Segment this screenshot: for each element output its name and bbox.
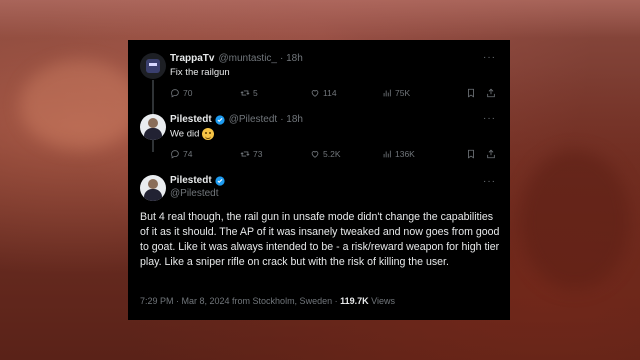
reply-icon (171, 150, 179, 159)
avatar-pilestedt[interactable] (140, 175, 166, 201)
like-button[interactable]: 114 (310, 88, 382, 98)
author-name[interactable]: TrappaTv (170, 53, 214, 64)
author-name[interactable]: Pilestedt (170, 175, 212, 186)
verified-badge-icon (215, 114, 225, 125)
background-blob (20, 60, 140, 150)
retweet-icon (240, 90, 250, 96)
retweet-count: 5 (253, 88, 258, 98)
blurred-header-strip (0, 0, 640, 38)
tweet1-end-actions (466, 88, 496, 98)
background-blob (520, 150, 630, 290)
views-button[interactable]: 136K (382, 149, 460, 159)
tweet-time[interactable]: · 18h (280, 114, 303, 125)
reply-count: 74 (183, 149, 193, 159)
tweet2-actions: 74 73 5.2K 136K (170, 149, 496, 159)
tweet-text: Fix the railgun (170, 67, 230, 78)
main-tweet-text: But 4 real though, the rail gun in unsaf… (140, 211, 500, 268)
more-options-icon[interactable]: ··· (483, 176, 496, 187)
tweet-views-count: 119.7K (340, 296, 369, 306)
tweet2-end-actions (466, 149, 496, 159)
views-button[interactable]: 75K (382, 88, 460, 98)
share-icon[interactable] (486, 149, 496, 159)
tweet-views-label: Views (371, 296, 396, 306)
tweet-meta: 7:29 PM · Mar 8, 2024 from Stockholm, Sw… (140, 296, 395, 306)
view-count: 136K (395, 149, 415, 159)
heart-icon (311, 90, 319, 97)
reply-button[interactable]: 70 (170, 88, 240, 98)
reply-button[interactable]: 74 (170, 149, 240, 159)
retweet-icon (240, 151, 250, 157)
retweet-button[interactable]: 73 (240, 149, 310, 159)
tweet3-header-name-row: Pilestedt (170, 175, 225, 186)
view-count: 75K (395, 88, 411, 98)
like-count: 114 (323, 88, 337, 98)
author-handle[interactable]: @Pilestedt (170, 188, 219, 199)
heart-icon (311, 151, 319, 158)
tweet-text: We did (170, 128, 215, 140)
tweet-timestamp[interactable]: 7:29 PM · Mar 8, 2024 from Stockholm, Sw… (140, 296, 338, 306)
share-icon[interactable] (486, 88, 496, 98)
tweet-text-content: We did (170, 128, 200, 140)
tweet-thread-card: TrappaTv @muntastic_ · 18h ··· Fix the r… (128, 40, 510, 320)
tweet1-actions: 70 5 114 75K (170, 88, 496, 98)
like-count: 5.2K (323, 149, 341, 159)
author-name[interactable]: Pilestedt (170, 114, 212, 125)
analytics-icon (383, 150, 391, 158)
reply-icon (171, 89, 179, 98)
like-button[interactable]: 5.2K (310, 149, 382, 159)
thread-connector-line (152, 80, 154, 110)
more-options-icon[interactable]: ··· (483, 52, 496, 63)
hugging-face-emoji-icon (202, 128, 215, 140)
tweet-time[interactable]: · 18h (280, 53, 303, 64)
more-options-icon[interactable]: ··· (483, 113, 496, 124)
bookmark-icon[interactable] (466, 88, 476, 98)
retweet-button[interactable]: 5 (240, 88, 310, 98)
bookmark-icon[interactable] (466, 149, 476, 159)
tweet2-header: Pilestedt @Pilestedt · 18h (170, 114, 303, 125)
avatar-trappatv[interactable] (140, 53, 166, 79)
avatar-pilestedt[interactable] (140, 114, 166, 140)
reply-count: 70 (183, 88, 193, 98)
tweet3-header-handle-row: @Pilestedt (170, 188, 219, 199)
tweet1-header: TrappaTv @muntastic_ · 18h (170, 53, 303, 64)
verified-badge-icon (215, 175, 225, 186)
author-handle[interactable]: @Pilestedt (229, 114, 278, 125)
author-handle[interactable]: @muntastic_ (218, 53, 277, 64)
analytics-icon (383, 89, 391, 97)
retweet-count: 73 (253, 149, 263, 159)
